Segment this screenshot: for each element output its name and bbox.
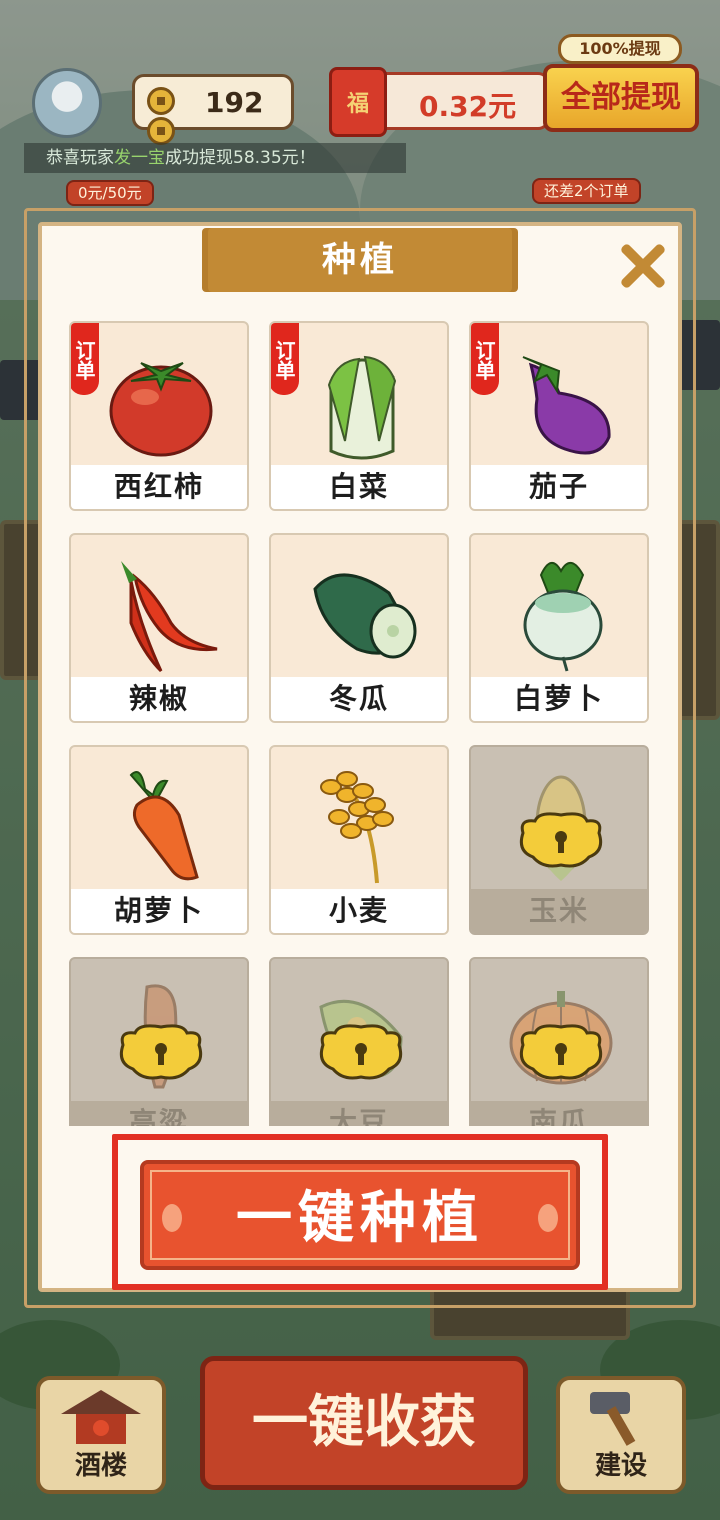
crop-card-eggplant[interactable]: 订单 茄子 (469, 321, 649, 511)
crop-card-winter-melon[interactable]: 冬瓜 (269, 533, 449, 723)
order-badge: 订单 (471, 323, 499, 395)
crop-label: 茄子 (471, 465, 647, 509)
hammer-icon (590, 1392, 636, 1446)
carrot-icon (129, 771, 199, 881)
crop-label: 小麦 (271, 889, 447, 933)
tavern-label: 酒楼 (74, 1451, 127, 1481)
announcement-ticker: 恭喜玩家发一宝成功提现58.35元！ (24, 143, 406, 173)
lock-icon (119, 1024, 203, 1080)
withdraw-all-button[interactable]: 全部提现 (543, 64, 699, 132)
build-label: 建设 (594, 1451, 647, 1481)
coin-icon (147, 117, 175, 145)
order-badge: 订单 (71, 323, 99, 395)
crop-label: 胡萝卜 (71, 889, 247, 933)
close-icon[interactable] (616, 238, 670, 292)
white-radish-icon (523, 562, 603, 672)
tavern-icon (61, 1390, 141, 1444)
crop-label: 白萝卜 (471, 677, 647, 721)
order-badge: 订单 (271, 323, 299, 395)
lock-icon (319, 1024, 403, 1080)
crop-card-napa-cabbage[interactable]: 订单 白菜 (269, 321, 449, 511)
crop-label: 白菜 (271, 465, 447, 509)
crop-card-soybean[interactable]: 大豆 (269, 957, 449, 1126)
harvest-all-button[interactable]: 一键收获 (200, 1356, 528, 1490)
red-packet-balance[interactable]: 福 0.32元 (329, 67, 550, 137)
crop-card-carrot[interactable]: 胡萝卜 (69, 745, 249, 935)
winter-melon-icon (313, 573, 417, 659)
withdraw-percent-tag: 100%提现 (558, 34, 682, 64)
wheat-icon (320, 771, 394, 884)
crop-label: 高粱 (71, 1101, 247, 1126)
crop-card-sorghum[interactable]: 高粱 (69, 957, 249, 1126)
tavern-button[interactable]: 酒楼 (36, 1376, 166, 1494)
crop-card-chili-pepper[interactable]: 辣椒 (69, 533, 249, 723)
ticker-prefix: 恭喜玩家 (46, 148, 114, 168)
chili-pepper-icon (121, 561, 218, 673)
crop-label: 西红柿 (71, 465, 247, 509)
crop-card-white-radish[interactable]: 白萝卜 (469, 533, 649, 723)
lock-icon (519, 1024, 603, 1080)
harvest-all-label: 一键收获 (252, 1390, 476, 1455)
lock-icon (519, 812, 603, 868)
crop-label: 玉米 (471, 889, 647, 933)
crop-grid: 订单 西红柿 订单 白菜 订单 茄子 辣椒 冬瓜 白萝卜 胡萝卜 小麦 玉米 高… (60, 312, 660, 1126)
coin-value: 192 (205, 86, 264, 119)
eggplant-icon (522, 356, 611, 455)
coin-icon (147, 87, 175, 115)
crop-card-corn[interactable]: 玉米 (469, 745, 649, 935)
coin-counter: 192 (132, 74, 294, 145)
napa-cabbage-icon (327, 355, 397, 460)
plant-all-label: 一键种植 (236, 1186, 484, 1251)
plant-all-button[interactable]: 一键种植 (140, 1160, 580, 1270)
build-button[interactable]: 建设 (556, 1376, 686, 1494)
red-packet-amount: 0.32元 (419, 90, 517, 123)
crop-label: 南瓜 (471, 1101, 647, 1126)
crop-card-wheat[interactable]: 小麦 (269, 745, 449, 935)
red-envelope-icon: 福 (329, 67, 387, 137)
ticker-suffix: 成功提现58.35元！ (165, 148, 316, 168)
crop-card-tomato[interactable]: 订单 西红柿 (69, 321, 249, 511)
player-avatar[interactable] (32, 68, 102, 138)
ticker-player-name: 发一宝 (114, 148, 165, 168)
crop-label: 辣椒 (71, 677, 247, 721)
tomato-icon (109, 362, 213, 457)
crop-label: 冬瓜 (271, 677, 447, 721)
crop-label: 大豆 (271, 1101, 447, 1126)
crop-card-pumpkin[interactable]: 南瓜 (469, 957, 649, 1126)
modal-title: 种植 (208, 228, 512, 292)
withdraw-progress-tag: 0元/50元 (66, 180, 154, 206)
orders-remaining-tag: 还差2个订单 (532, 178, 641, 204)
